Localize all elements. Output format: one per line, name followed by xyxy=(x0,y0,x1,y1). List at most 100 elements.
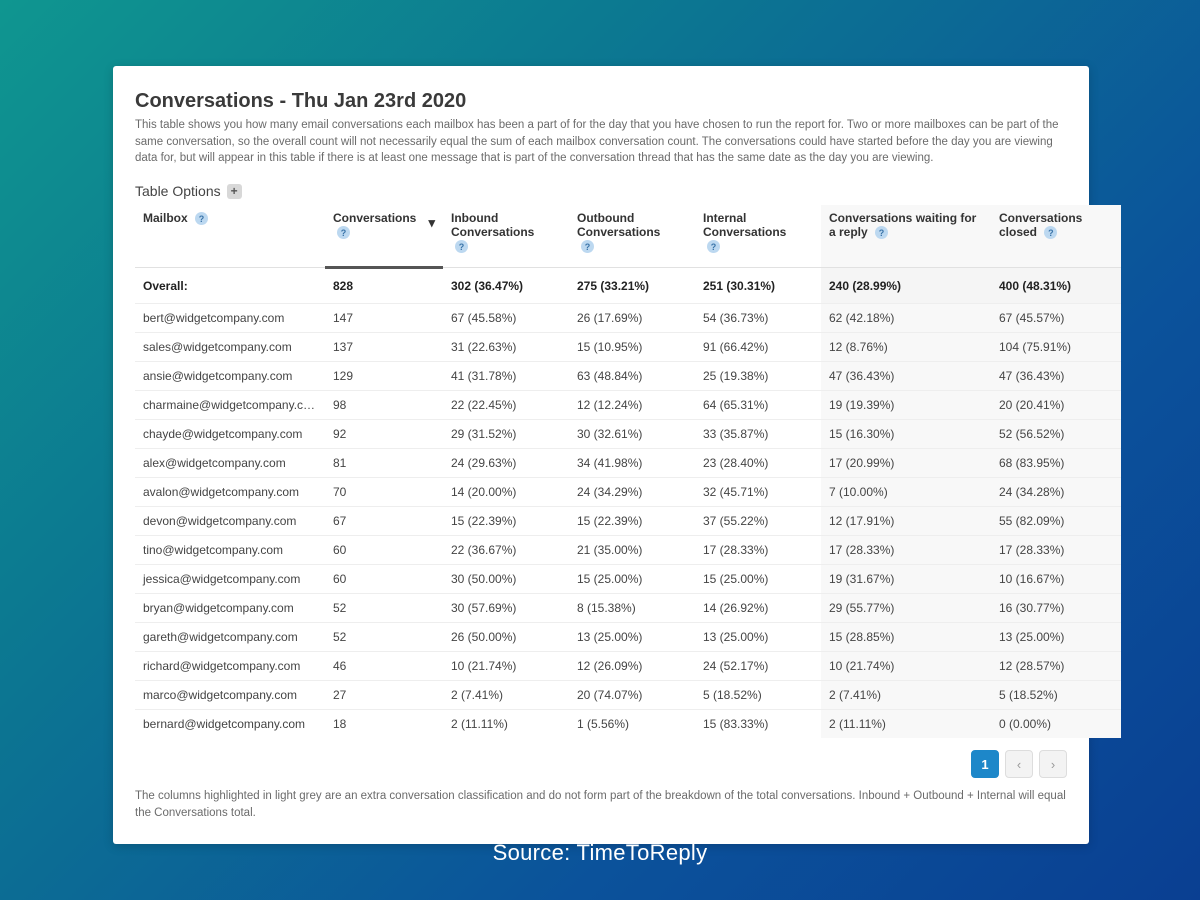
col-header-label: Inbound Conversations xyxy=(451,211,534,239)
help-icon[interactable]: ? xyxy=(337,226,350,239)
cell: 47 (36.43%) xyxy=(821,362,991,391)
cell: 14 (26.92%) xyxy=(695,594,821,623)
cell: 30 (32.61%) xyxy=(569,420,695,449)
cell: 41 (31.78%) xyxy=(443,362,569,391)
cell: 52 xyxy=(325,594,443,623)
cell: Overall: xyxy=(135,268,325,304)
cell: 60 xyxy=(325,565,443,594)
cell: 37 (55.22%) xyxy=(695,507,821,536)
cell: 31 (22.63%) xyxy=(443,333,569,362)
cell: 15 (25.00%) xyxy=(569,565,695,594)
cell: chayde@widgetcompany.com xyxy=(135,420,325,449)
prev-page-button[interactable]: ‹ xyxy=(1005,750,1033,778)
cell: 55 (82.09%) xyxy=(991,507,1121,536)
help-icon[interactable]: ? xyxy=(455,240,468,253)
cell: 12 (17.91%) xyxy=(821,507,991,536)
table-row: chayde@widgetcompany.com9229 (31.52%)30 … xyxy=(135,420,1121,449)
cell: 15 (25.00%) xyxy=(695,565,821,594)
cell: 17 (28.33%) xyxy=(821,536,991,565)
col-header-label: Outbound Conversations xyxy=(577,211,660,239)
cell: 240 (28.99%) xyxy=(821,268,991,304)
cell: bernard@widgetcompany.com xyxy=(135,710,325,739)
cell: 13 (25.00%) xyxy=(695,623,821,652)
cell: 26 (50.00%) xyxy=(443,623,569,652)
cell: 15 (10.95%) xyxy=(569,333,695,362)
cell: ansie@widgetcompany.com xyxy=(135,362,325,391)
cell: 60 xyxy=(325,536,443,565)
conversations-table: Mailbox ? Conversations ? ▾ Inbound Conv… xyxy=(135,205,1121,738)
cell: 21 (35.00%) xyxy=(569,536,695,565)
col-header-label: Mailbox xyxy=(143,211,188,225)
cell: richard@widgetcompany.com xyxy=(135,652,325,681)
cell: 104 (75.91%) xyxy=(991,333,1121,362)
col-header-outbound[interactable]: Outbound Conversations ? xyxy=(569,205,695,268)
table-row: sales@widgetcompany.com13731 (22.63%)15 … xyxy=(135,333,1121,362)
cell: 8 (15.38%) xyxy=(569,594,695,623)
cell: 2 (11.11%) xyxy=(821,710,991,739)
col-header-mailbox[interactable]: Mailbox ? xyxy=(135,205,325,268)
report-panel: Conversations - Thu Jan 23rd 2020 This t… xyxy=(113,66,1089,844)
table-row: bert@widgetcompany.com14767 (45.58%)26 (… xyxy=(135,304,1121,333)
table-row: avalon@widgetcompany.com7014 (20.00%)24 … xyxy=(135,478,1121,507)
help-icon[interactable]: ? xyxy=(581,240,594,253)
cell: 64 (65.31%) xyxy=(695,391,821,420)
cell: 7 (10.00%) xyxy=(821,478,991,507)
col-header-closed[interactable]: Conversations closed ? xyxy=(991,205,1121,268)
col-header-label: Conversations closed xyxy=(999,211,1082,239)
source-caption: Source: TimeToReply xyxy=(0,840,1200,866)
cell: 12 (26.09%) xyxy=(569,652,695,681)
cell: 15 (22.39%) xyxy=(443,507,569,536)
cell: charmaine@widgetcompany.com xyxy=(135,391,325,420)
help-icon[interactable]: ? xyxy=(875,226,888,239)
overall-row: Overall:828302 (36.47%)275 (33.21%)251 (… xyxy=(135,268,1121,304)
col-header-conversations[interactable]: Conversations ? ▾ xyxy=(325,205,443,268)
cell: 91 (66.42%) xyxy=(695,333,821,362)
cell: gareth@widgetcompany.com xyxy=(135,623,325,652)
col-header-waiting[interactable]: Conversations waiting for a reply ? xyxy=(821,205,991,268)
cell: 47 (36.43%) xyxy=(991,362,1121,391)
cell: 10 (16.67%) xyxy=(991,565,1121,594)
help-icon[interactable]: ? xyxy=(1044,226,1057,239)
chevron-right-icon: › xyxy=(1051,757,1055,772)
cell: 5 (18.52%) xyxy=(991,681,1121,710)
help-icon[interactable]: ? xyxy=(195,212,208,225)
cell: bert@widgetcompany.com xyxy=(135,304,325,333)
cell: 20 (20.41%) xyxy=(991,391,1121,420)
cell: 19 (31.67%) xyxy=(821,565,991,594)
cell: sales@widgetcompany.com xyxy=(135,333,325,362)
table-row: gareth@widgetcompany.com5226 (50.00%)13 … xyxy=(135,623,1121,652)
table-row: devon@widgetcompany.com6715 (22.39%)15 (… xyxy=(135,507,1121,536)
table-options-label: Table Options xyxy=(135,183,221,199)
table-options-toggle[interactable]: Table Options + xyxy=(135,183,1067,199)
table-row: tino@widgetcompany.com6022 (36.67%)21 (3… xyxy=(135,536,1121,565)
pagination: 1 ‹ › xyxy=(135,750,1067,778)
cell: 33 (35.87%) xyxy=(695,420,821,449)
cell: devon@widgetcompany.com xyxy=(135,507,325,536)
help-icon[interactable]: ? xyxy=(707,240,720,253)
cell: 67 (45.58%) xyxy=(443,304,569,333)
cell: 27 xyxy=(325,681,443,710)
cell: 54 (36.73%) xyxy=(695,304,821,333)
cell: jessica@widgetcompany.com xyxy=(135,565,325,594)
cell: 12 (8.76%) xyxy=(821,333,991,362)
page-title: Conversations - Thu Jan 23rd 2020 xyxy=(135,90,1067,113)
col-header-internal[interactable]: Internal Conversations ? xyxy=(695,205,821,268)
cell: tino@widgetcompany.com xyxy=(135,536,325,565)
cell: 251 (30.31%) xyxy=(695,268,821,304)
cell: 81 xyxy=(325,449,443,478)
chevron-left-icon: ‹ xyxy=(1017,757,1021,772)
plus-icon: + xyxy=(227,184,242,199)
cell: 10 (21.74%) xyxy=(443,652,569,681)
cell: 828 xyxy=(325,268,443,304)
next-page-button[interactable]: › xyxy=(1039,750,1067,778)
cell: 63 (48.84%) xyxy=(569,362,695,391)
cell: 32 (45.71%) xyxy=(695,478,821,507)
cell: 275 (33.21%) xyxy=(569,268,695,304)
cell: 18 xyxy=(325,710,443,739)
col-header-inbound[interactable]: Inbound Conversations ? xyxy=(443,205,569,268)
cell: 17 (20.99%) xyxy=(821,449,991,478)
cell: 16 (30.77%) xyxy=(991,594,1121,623)
table-row: bryan@widgetcompany.com5230 (57.69%)8 (1… xyxy=(135,594,1121,623)
page-number-button[interactable]: 1 xyxy=(971,750,999,778)
cell: 15 (22.39%) xyxy=(569,507,695,536)
